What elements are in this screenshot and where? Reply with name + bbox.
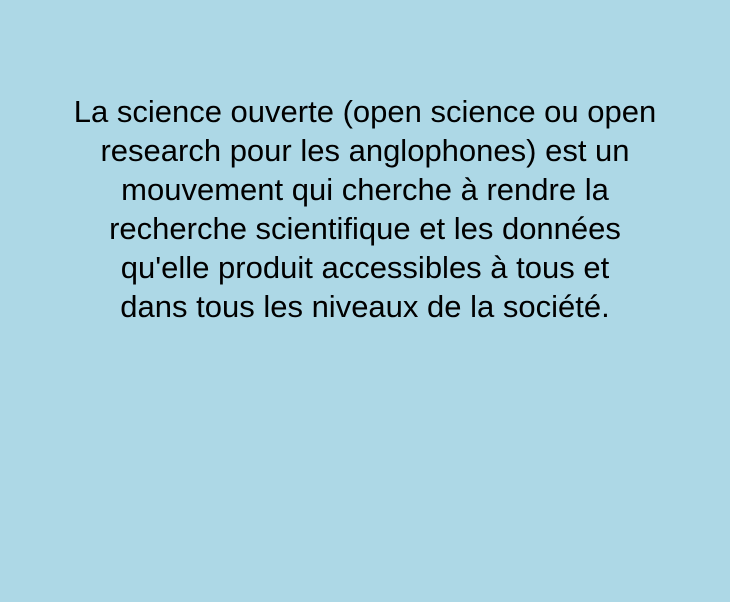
- paragraph-line-5: qu'elle produit accessibles à tous et: [120, 250, 610, 285]
- paragraph-line-4: recherche scientifique et les données: [109, 211, 621, 246]
- slide-paragraph: La science ouverte (open science ou open…: [30, 92, 700, 326]
- paragraph-line-6: dans tous les niveaux de la société.: [120, 289, 610, 324]
- slide-canvas: La science ouverte (open science ou open…: [0, 0, 730, 602]
- paragraph-line-2: research pour les anglophones) est un: [100, 133, 630, 168]
- paragraph-line-3: mouvement qui cherche à rendre la: [121, 172, 609, 207]
- paragraph-line-1: La science ouverte (open science ou open: [73, 94, 657, 129]
